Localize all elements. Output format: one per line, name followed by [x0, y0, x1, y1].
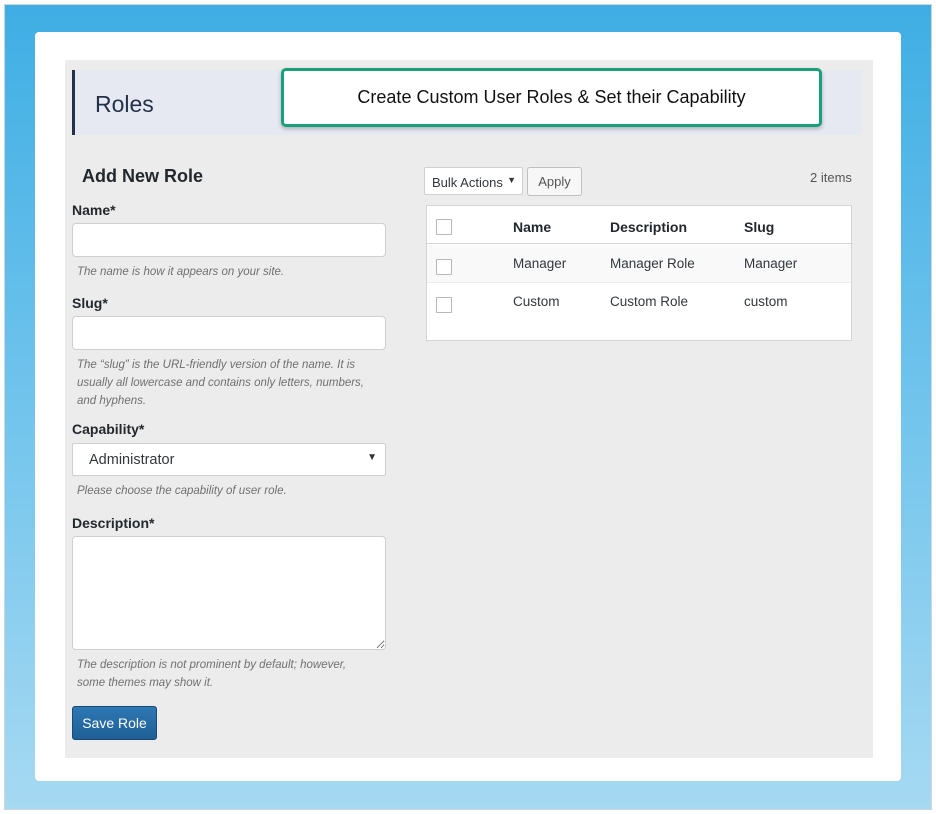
name-label: Name*	[72, 202, 116, 218]
column-header-name[interactable]: Name	[513, 219, 551, 235]
table-row: Custom Custom Role custom	[427, 283, 851, 321]
column-header-description: Description	[610, 219, 688, 235]
capability-select[interactable]: Administrator ▼	[72, 443, 386, 476]
table-header-row: Name Description Slug	[427, 206, 851, 244]
column-header-slug[interactable]: Slug	[744, 219, 774, 235]
add-new-role-heading: Add New Role	[82, 166, 204, 186]
table-row: Manager Manager Role Manager	[427, 245, 851, 283]
role-description: Custom Role	[610, 294, 689, 309]
name-help-text: The name is how it appears on your site.	[77, 266, 285, 278]
chevron-down-icon: ▼	[507, 175, 516, 185]
description-help-text: The description is not prominent by defa…	[77, 659, 347, 689]
feature-callout: Create Custom User Roles & Set their Cap…	[281, 68, 822, 127]
description-label: Description*	[72, 515, 155, 531]
slug-help-text: The “slug” is the URL-friendly version o…	[77, 359, 365, 407]
slug-input[interactable]	[72, 316, 386, 350]
description-textarea[interactable]	[72, 536, 386, 650]
row-checkbox[interactable]	[436, 259, 452, 275]
save-role-button[interactable]: Save Role	[72, 706, 157, 740]
row-checkbox[interactable]	[436, 297, 452, 313]
capability-selected-value: Administrator	[89, 452, 175, 468]
items-count: 2 items	[810, 170, 852, 185]
role-name[interactable]: Custom	[513, 294, 560, 309]
role-slug: Manager	[744, 256, 798, 271]
roles-table: Name Description Slug Manager Manager Ro…	[426, 205, 852, 341]
apply-button[interactable]: Apply	[527, 167, 582, 196]
bulk-actions-label: Bulk Actions	[432, 175, 503, 190]
capability-label: Capability*	[72, 421, 145, 437]
name-input[interactable]	[72, 223, 386, 257]
page-title: Roles	[95, 91, 154, 117]
slug-label: Slug*	[72, 295, 108, 311]
chevron-down-icon: ▼	[367, 452, 377, 463]
role-slug: custom	[744, 294, 788, 309]
bulk-actions-select[interactable]: Bulk Actions ▼	[424, 167, 523, 195]
role-description: Manager Role	[610, 256, 695, 271]
select-all-checkbox[interactable]	[436, 219, 452, 235]
capability-help-text: Please choose the capability of user rol…	[77, 485, 287, 497]
role-name[interactable]: Manager	[513, 256, 566, 271]
